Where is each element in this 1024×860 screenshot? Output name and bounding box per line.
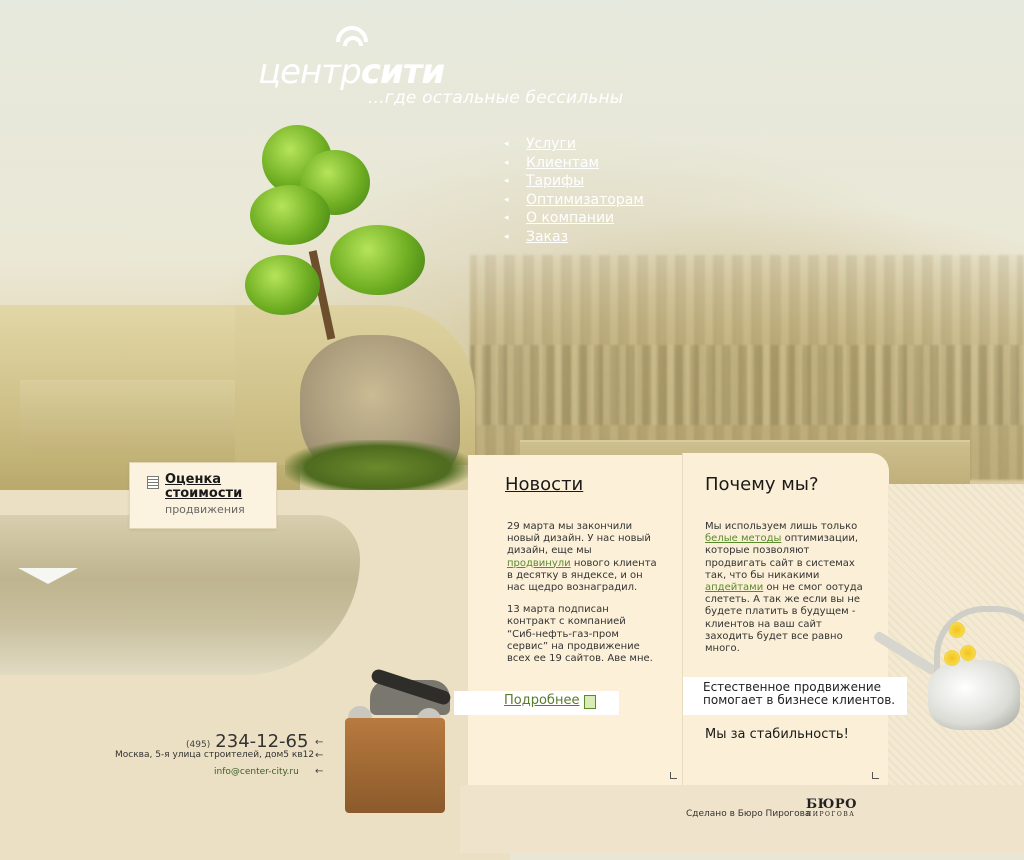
more-link[interactable]: Подробнее (504, 693, 579, 708)
phone-code: (495) (186, 740, 211, 750)
menu-link-clients[interactable]: Клиентам (526, 155, 599, 171)
logo-tagline: ...где остальные бессильны (368, 88, 624, 108)
document-icon (584, 695, 596, 709)
menu-link-about[interactable]: О компании (526, 210, 614, 226)
flower-icon (944, 650, 960, 666)
estimate-box[interactable]: Оценка стоимости продвижения (129, 462, 277, 529)
watering-can-icon (928, 660, 1020, 730)
more-button[interactable]: Подробнее (454, 691, 619, 715)
corner-mark-icon (872, 772, 879, 779)
phone-number[interactable]: 234-12-65 (215, 731, 308, 752)
paper-boat-icon (18, 568, 78, 584)
news-item1-text: 29 марта мы закончили новый дизайн. У на… (507, 521, 651, 557)
calculator-icon (147, 476, 159, 489)
telephone-icon (345, 718, 445, 813)
why-text: Мы используем лишь только белые методы о… (705, 521, 865, 655)
logo-part2: сити (360, 52, 446, 92)
news-text: 29 марта мы закончили новый дизайн. У на… (507, 521, 657, 675)
credit-text[interactable]: Сделано в Бюро Пирогова (686, 809, 810, 819)
menu-link-tariffs[interactable]: Тарифы (526, 173, 584, 189)
water-pool (0, 515, 360, 675)
menu-link-optimizers[interactable]: Оптимизаторам (526, 192, 644, 208)
news-item: 29 марта мы закончили новый дизайн. У на… (507, 521, 657, 594)
menu-item-services: ◂ Услуги (504, 135, 644, 154)
site-logo[interactable]: центрсити (258, 52, 446, 92)
menu-arrow-icon: ◂ (504, 213, 509, 224)
menu-arrow-icon: ◂ (504, 194, 509, 205)
logo-part1: центр (258, 52, 362, 92)
tree-leaves (245, 255, 320, 315)
arrow-icon: ← (315, 766, 324, 777)
why-link-white-methods[interactable]: белые методы (705, 533, 781, 544)
menu-arrow-icon: ◂ (504, 176, 509, 187)
slogan-text: Естественное продвижение помогает в бизн… (703, 680, 896, 707)
arrow-icon: ← (315, 737, 324, 748)
menu-item-tariffs: ◂ Тарифы (504, 172, 644, 191)
slogan-banner: Естественное продвижение помогает в бизн… (683, 677, 907, 715)
why-text-part: Мы используем лишь только (705, 521, 858, 532)
menu-item-order: ◂ Заказ (504, 228, 644, 247)
arrow-icon: ← (315, 750, 324, 761)
menu-item-about: ◂ О компании (504, 209, 644, 228)
menu-arrow-icon: ◂ (504, 139, 509, 150)
why-title: Почему мы? (705, 474, 819, 495)
bureau-logo[interactable]: БЮРО ПИРОГОВА (806, 797, 857, 818)
flower-icon (949, 622, 965, 638)
menu-arrow-icon: ◂ (504, 157, 509, 168)
corner-mark-icon (670, 772, 677, 779)
menu-link-services[interactable]: Услуги (526, 136, 576, 152)
main-menu: ◂ Услуги ◂ Клиентам ◂ Тарифы ◂ Оптимизаторам… (504, 135, 644, 246)
stability-text: Мы за стабильность! (705, 727, 849, 742)
estimate-subtitle: продвижения (165, 503, 245, 516)
bureau-logo-big: БЮРО (806, 797, 857, 812)
menu-arrow-icon: ◂ (504, 231, 509, 242)
flower-icon (960, 645, 976, 661)
footer-band (460, 785, 1024, 853)
news-title[interactable]: Новости (505, 474, 583, 495)
bureau-logo-small: ПИРОГОВА (806, 811, 856, 818)
moss (285, 440, 470, 495)
tree-leaves (250, 185, 330, 245)
why-link-updates[interactable]: апдейтами (705, 582, 763, 593)
stone-steps (20, 380, 240, 450)
news-item: 13 марта подписан контракт с компанией “… (507, 604, 653, 665)
menu-item-clients: ◂ Клиентам (504, 154, 644, 173)
menu-link-order[interactable]: Заказ (526, 229, 568, 245)
estimate-title[interactable]: Оценка стоимости (165, 473, 265, 501)
menu-item-optimizers: ◂ Оптимизаторам (504, 191, 644, 210)
email-link[interactable]: info@center-city.ru (214, 767, 299, 777)
phone-block: (495) 234-12-65 (186, 731, 308, 752)
news-link-promoted[interactable]: продвинули (507, 558, 571, 569)
tree-leaves (330, 225, 425, 295)
address: Москва, 5-я улица строителей, дом5 кв12 (115, 750, 315, 760)
